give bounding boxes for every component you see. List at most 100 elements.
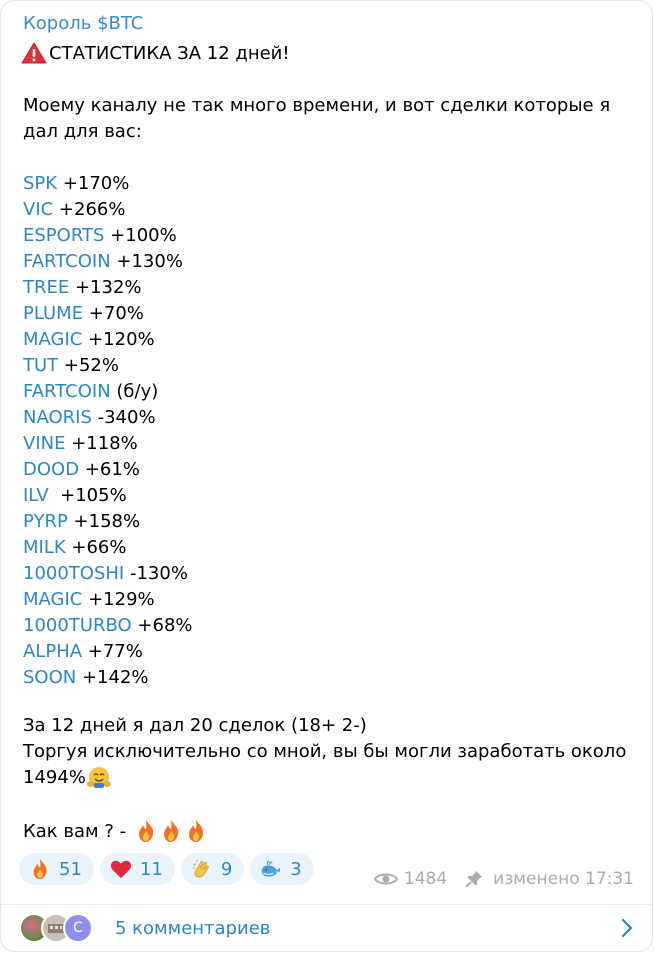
trade-result: +61% <box>79 459 140 480</box>
hugging-face-icon <box>86 767 111 788</box>
trade-result: +52% <box>58 355 119 376</box>
post-meta: 1484 изменено 17:31 <box>373 869 634 889</box>
ticker-hashtag[interactable]: VIC <box>23 199 53 220</box>
trade-item: VINE +118% <box>23 431 193 457</box>
whale-icon <box>261 860 281 877</box>
trade-result: +100% <box>104 225 177 246</box>
trade-result: +105% <box>48 485 127 506</box>
ticker-hashtag[interactable]: MAGIC <box>23 589 82 610</box>
summary-total: 1494% <box>23 765 643 791</box>
fire-icon <box>189 820 204 842</box>
heart-icon <box>110 860 132 879</box>
trade-result: (б/у) <box>110 381 159 402</box>
edited-timestamp: изменено 17:31 <box>493 869 634 889</box>
trade-item: ESPORTS +100% <box>23 223 193 249</box>
trade-result: +70% <box>83 303 144 324</box>
ticker-hashtag[interactable]: NAORIS <box>23 407 92 428</box>
reaction-clap[interactable]: 9 <box>180 853 245 885</box>
ticker-hashtag[interactable]: 1000TURBO <box>23 615 132 636</box>
clapping-hands-icon <box>192 859 209 878</box>
trade-result: +118% <box>65 433 138 454</box>
reaction-count: 3 <box>290 858 302 880</box>
ticker-hashtag[interactable]: TUT <box>23 355 58 376</box>
ticker-hashtag[interactable]: SOON <box>23 667 76 688</box>
trade-item: ALPHA +77% <box>23 639 193 665</box>
trade-item: TREE +132% <box>23 275 193 301</box>
reaction-count: 9 <box>220 858 233 880</box>
trade-item: VIC +266% <box>23 197 193 223</box>
ticker-hashtag[interactable]: MILK <box>23 537 66 558</box>
comments-link[interactable]: С 5 комментариев <box>19 911 634 945</box>
summary-line: За 12 дней я дал 20 сделок (18+ 2-) <box>23 715 367 736</box>
fire-icon <box>139 820 154 842</box>
headline-text: СТАТИСТИКА ЗА 12 дней! <box>49 42 290 64</box>
trade-item: 1000TOSHI -130% <box>23 561 193 587</box>
reaction-count: 51 <box>59 858 82 880</box>
trade-result: +266% <box>53 199 126 220</box>
ticker-hashtag[interactable]: ALPHA <box>23 641 82 662</box>
trade-result: -340% <box>91 407 156 428</box>
ticker-hashtag[interactable]: MAGIC <box>23 329 82 350</box>
reactions-bar: 51 11 9 3 <box>19 853 314 885</box>
ticker-hashtag[interactable]: TREE <box>23 277 69 298</box>
post-summary: За 12 дней я дал 20 сделок (18+ 2-) Торг… <box>23 713 643 791</box>
channel-name[interactable]: Король $BTC <box>23 13 143 34</box>
trade-result: +132% <box>69 277 142 298</box>
trade-result: +142% <box>76 667 149 688</box>
chevron-right-icon <box>621 918 633 938</box>
warning-icon <box>21 42 47 64</box>
ticker-hashtag[interactable]: ILV <box>23 485 49 506</box>
ticker-hashtag[interactable]: SPK <box>23 173 57 194</box>
ticker-hashtag[interactable]: PYRP <box>23 511 68 532</box>
trade-item: PYRP +158% <box>23 509 193 535</box>
trade-result: +120% <box>82 329 155 350</box>
ticker-hashtag[interactable]: PLUME <box>23 303 83 324</box>
trade-item: FARTCOIN (б/у) <box>23 379 193 405</box>
trade-item: FARTCOIN +130% <box>23 249 193 275</box>
summary-line: Торгуя исключительно со мной, вы бы могл… <box>23 741 627 762</box>
ticker-hashtag[interactable]: VINE <box>23 433 65 454</box>
post-headline: СТАТИСТИКА ЗА 12 дней! <box>21 41 290 65</box>
trade-item: NAORIS -340% <box>23 405 193 431</box>
trade-item: MILK +66% <box>23 535 193 561</box>
fire-icon <box>33 858 47 880</box>
trade-item: MAGIC +120% <box>23 327 193 353</box>
comments-divider <box>1 904 652 905</box>
trade-item: MAGIC +129% <box>23 587 193 613</box>
trade-result: +129% <box>82 589 155 610</box>
post-question: Как вам ? - <box>23 819 207 843</box>
views-count: 1484 <box>403 869 448 889</box>
ticker-hashtag[interactable]: FARTCOIN <box>23 381 111 402</box>
reaction-count: 11 <box>139 858 163 880</box>
trade-result: +158% <box>67 511 141 532</box>
comments-label: 5 комментариев <box>115 917 271 939</box>
trade-item: PLUME +70% <box>23 301 193 327</box>
ticker-hashtag[interactable]: DOOD <box>23 459 79 480</box>
ticker-hashtag[interactable]: FARTCOIN <box>23 251 111 272</box>
trade-item: TUT +52% <box>23 353 193 379</box>
trade-result: -130% <box>124 563 188 584</box>
post-intro: Моему каналу не так много времени, и вот… <box>23 95 611 142</box>
ticker-hashtag[interactable]: 1000TOSHI <box>23 563 124 584</box>
message-card: Король $BTC СТАТИСТИКА ЗА 12 дней! Моему… <box>0 0 653 952</box>
trade-result: +170% <box>57 173 130 194</box>
reaction-heart[interactable]: 11 <box>99 853 175 885</box>
reaction-fire[interactable]: 51 <box>19 853 94 885</box>
fire-icon <box>164 820 179 842</box>
summary-percent: 1494% <box>23 767 86 788</box>
trade-item: SPK +170% <box>23 171 193 197</box>
trade-item: 1000TURBO +68% <box>23 613 193 639</box>
trade-result: +66% <box>65 537 127 558</box>
trade-result: +130% <box>110 251 183 272</box>
trades-list: SPK +170% VIC +266% ESPORTS +100% FARTCO… <box>23 171 193 691</box>
trade-item: SOON +142% <box>23 665 193 691</box>
trade-item: ILV +105% <box>23 483 193 509</box>
trade-result: +68% <box>131 615 193 636</box>
eye-icon <box>373 873 398 885</box>
reaction-whale[interactable]: 3 <box>250 853 314 885</box>
avatar: С <box>63 913 93 943</box>
trade-result: +77% <box>82 641 143 662</box>
pin-icon <box>465 871 483 888</box>
question-text: Как вам ? - <box>23 820 127 842</box>
ticker-hashtag[interactable]: ESPORTS <box>23 225 104 246</box>
